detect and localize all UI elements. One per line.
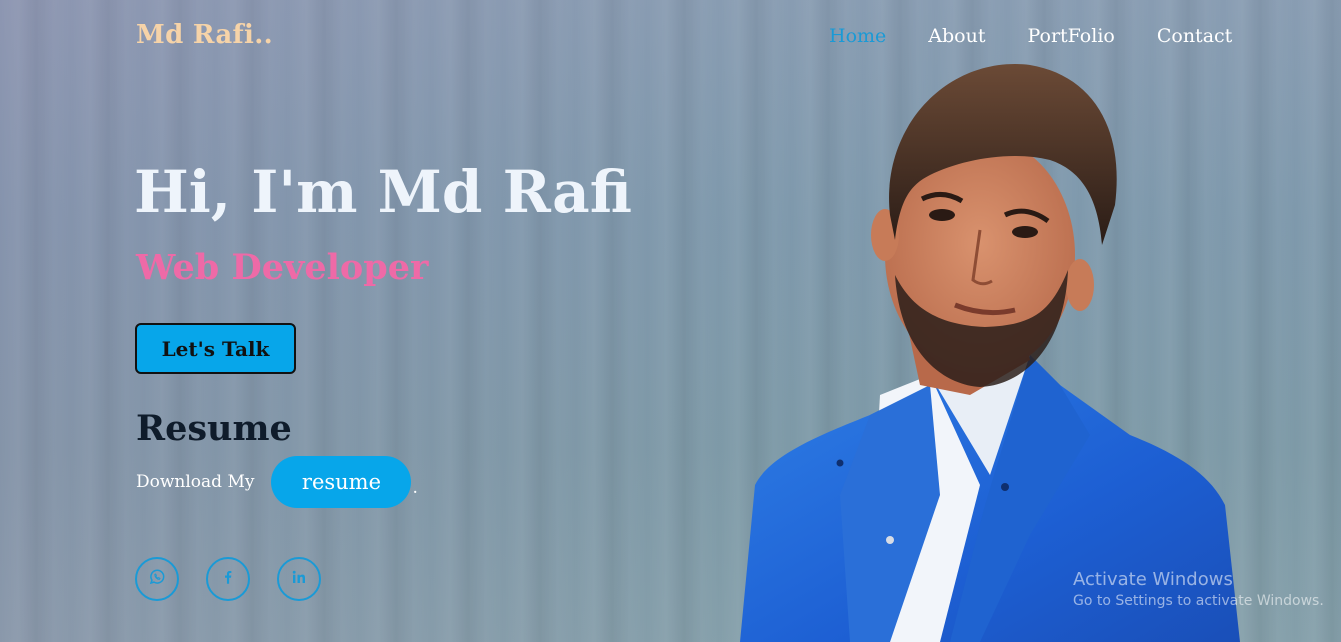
facebook-link[interactable] bbox=[206, 557, 250, 601]
hero-title: Hi, I'm Md Rafi bbox=[134, 158, 632, 226]
resume-download-button[interactable]: resume bbox=[271, 456, 412, 508]
watermark-title: Activate Windows bbox=[1073, 569, 1233, 590]
resume-download-line: Download My resume . bbox=[136, 456, 418, 508]
whatsapp-link[interactable] bbox=[135, 557, 179, 601]
nav-portfolio[interactable]: PortFolio bbox=[1027, 25, 1114, 47]
facebook-icon bbox=[219, 568, 237, 590]
whatsapp-icon bbox=[148, 568, 166, 590]
trailing-period: . bbox=[412, 478, 418, 498]
main-nav: Home About PortFolio Contact bbox=[829, 25, 1274, 47]
nav-contact[interactable]: Contact bbox=[1157, 25, 1232, 47]
nav-about[interactable]: About bbox=[928, 25, 985, 47]
resume-heading: Resume bbox=[136, 408, 292, 449]
hero-subtitle: Web Developer bbox=[136, 247, 429, 288]
watermark-subtitle: Go to Settings to activate Windows. bbox=[1073, 593, 1324, 609]
social-links bbox=[135, 557, 348, 601]
windows-activation-watermark: Activate Windows Go to Settings to activ… bbox=[1073, 569, 1324, 609]
site-logo[interactable]: Md Rafi.. bbox=[136, 20, 273, 50]
linkedin-link[interactable] bbox=[277, 557, 321, 601]
nav-home[interactable]: Home bbox=[829, 25, 886, 47]
profile-photo bbox=[730, 55, 1250, 642]
lets-talk-button[interactable]: Let's Talk bbox=[135, 323, 296, 374]
linkedin-icon bbox=[290, 568, 308, 590]
download-text: Download My bbox=[136, 472, 255, 492]
